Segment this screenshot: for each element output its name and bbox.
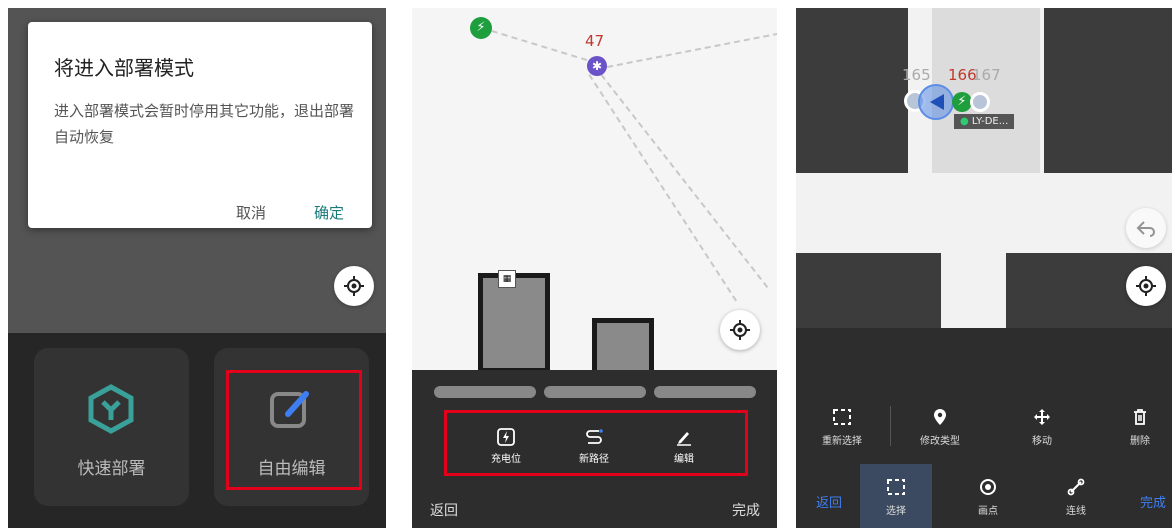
- change-type-button[interactable]: 修改类型: [908, 408, 972, 447]
- dialog-title: 将进入部署模式: [54, 56, 194, 80]
- map-view[interactable]: ⚡ ✱ 47 ▦: [412, 8, 777, 378]
- tab-select-label: 选择: [886, 506, 906, 517]
- robot-name-tag: ● LY-DE...: [954, 114, 1015, 129]
- edit-action-bar: 重新选择 修改类型 移动 删除: [796, 328, 1172, 464]
- point-number: 47: [585, 32, 605, 50]
- robot-name: LY-DE...: [971, 116, 1009, 127]
- undo-icon: [1136, 221, 1155, 237]
- confirm-button[interactable]: 确定: [314, 202, 344, 223]
- charging-station-marker[interactable]: ⚡: [470, 17, 492, 39]
- deploy-mode-screen: 快速部署 自由编辑 将进入部署模式 进入部署模式会暂时停用其它功能，退出部署自动…: [8, 8, 386, 528]
- map-obstacle: [478, 273, 550, 373]
- reselect-label: 重新选择: [822, 436, 862, 447]
- bottom-nav: 返回 选择 画点 连线 完成: [796, 464, 1172, 528]
- locate-button[interactable]: [334, 266, 374, 306]
- path-line: [588, 74, 738, 302]
- back-button[interactable]: 返回: [430, 500, 458, 520]
- map-obstacle: [592, 318, 654, 378]
- crosshair-icon: [344, 276, 364, 296]
- map-wall: [1044, 8, 1172, 173]
- dialog-message: 进入部署模式会暂时停用其它功能，退出部署自动恢复: [54, 102, 355, 146]
- tab-connect-line-label: 连线: [1066, 506, 1086, 517]
- tab-indicator[interactable]: [434, 386, 536, 398]
- undo-button[interactable]: [1126, 208, 1166, 248]
- tab-draw-point[interactable]: 画点: [956, 478, 1020, 517]
- charging-station-marker[interactable]: ⚡: [952, 92, 972, 112]
- quick-deploy-card[interactable]: 快速部署: [34, 348, 189, 506]
- move-label: 移动: [1032, 436, 1052, 447]
- tab-select[interactable]: 选择: [864, 478, 928, 517]
- done-button[interactable]: 完成: [732, 500, 760, 520]
- path-line: [491, 30, 598, 65]
- locate-button[interactable]: [1126, 266, 1166, 306]
- trash-icon: [1134, 409, 1146, 425]
- robot-arrow-icon: [930, 94, 944, 110]
- qr-code-icon: ▦: [498, 270, 516, 288]
- edit-tools-screen: ⚡ ✱ 47 ▦ 充电位 新路径 编辑 返回 完成: [412, 8, 777, 528]
- point-number: 167: [972, 66, 1001, 84]
- tab-indicator[interactable]: [654, 386, 756, 398]
- connect-line-icon: [1067, 478, 1085, 496]
- waypoint-marker[interactable]: ✱: [587, 56, 607, 76]
- move-button[interactable]: 移动: [1010, 408, 1074, 447]
- cancel-button[interactable]: 取消: [236, 202, 266, 223]
- tab-draw-point-label: 画点: [978, 506, 998, 517]
- waypoint-marker[interactable]: [970, 92, 990, 112]
- robot-marker[interactable]: [918, 84, 954, 120]
- highlight-box: [226, 370, 362, 490]
- quick-deploy-icon: [88, 384, 134, 434]
- select-edit-screen: 165 166 167 ⚡ ● LY-DE... 重新选择 修改类型 移动 删除…: [796, 8, 1172, 528]
- select-icon: [887, 479, 905, 495]
- point-number: 165: [902, 66, 931, 84]
- path-line: [600, 74, 769, 288]
- done-button[interactable]: 完成: [1140, 492, 1166, 511]
- change-type-label: 修改类型: [920, 436, 960, 447]
- crosshair-icon: [1136, 276, 1156, 296]
- path-line: [607, 32, 777, 68]
- locate-button[interactable]: [720, 310, 760, 350]
- reselect-icon: [833, 409, 851, 425]
- tab-connect-line[interactable]: 连线: [1044, 478, 1108, 517]
- reselect-button[interactable]: 重新选择: [810, 408, 874, 447]
- map-view[interactable]: 165 166 167 ⚡ ● LY-DE...: [796, 8, 1172, 328]
- move-icon: [1034, 409, 1050, 425]
- highlight-box: [444, 410, 748, 476]
- map-wall: [796, 253, 941, 328]
- delete-label: 删除: [1130, 436, 1150, 447]
- draw-point-icon: [980, 479, 996, 495]
- delete-button[interactable]: 删除: [1108, 408, 1172, 447]
- bottom-toolbar: 充电位 新路径 编辑 返回 完成: [412, 370, 777, 528]
- back-button[interactable]: 返回: [816, 492, 842, 511]
- map-wall: [796, 8, 908, 173]
- tab-indicator[interactable]: [544, 386, 646, 398]
- crosshair-icon: [730, 320, 750, 340]
- divider: [890, 406, 891, 446]
- confirm-dialog: 将进入部署模式 进入部署模式会暂时停用其它功能，退出部署自动恢复 取消 确定: [28, 22, 372, 228]
- quick-deploy-label: 快速部署: [77, 459, 146, 479]
- location-pin-icon: [934, 409, 946, 425]
